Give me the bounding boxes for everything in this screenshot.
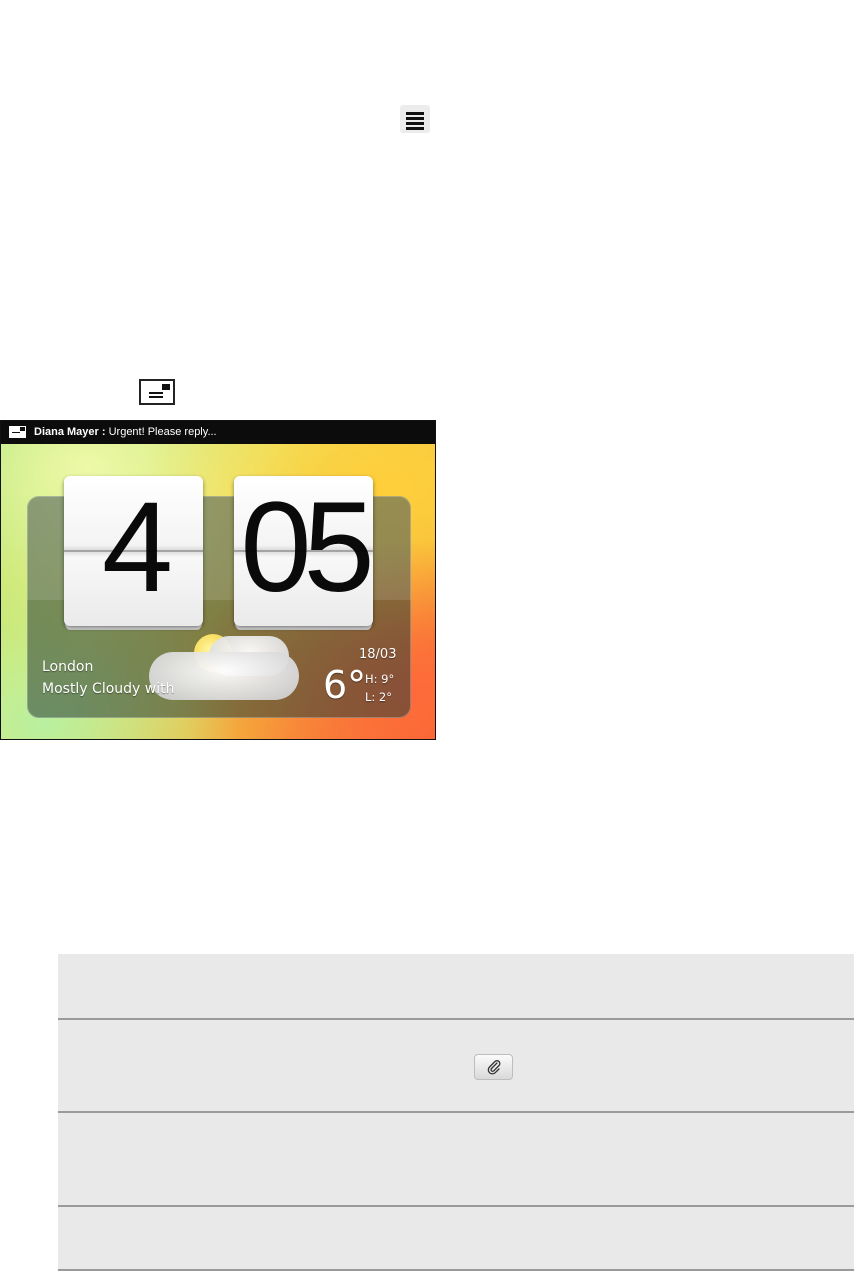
status-bar[interactable]: Diana Mayer : Urgent! Please reply... — [1, 421, 435, 444]
table-row — [58, 1113, 854, 1207]
clock-hour-card: 4 — [64, 476, 203, 626]
notification-sender: Diana Mayer : — [34, 426, 106, 438]
table-row — [58, 1020, 854, 1113]
mail-notification-icon — [9, 426, 26, 438]
notification-message: Urgent! Please reply... — [108, 426, 217, 438]
weather-date: 18/03 — [359, 647, 397, 662]
table-row — [58, 1207, 854, 1271]
weather-city: London — [42, 659, 94, 675]
attachment-button[interactable] — [474, 1054, 513, 1080]
weather-low: L: 2° — [365, 690, 393, 704]
table-row — [58, 954, 854, 1020]
clock-hour: 4 — [101, 476, 173, 619]
mail-icon — [139, 379, 175, 405]
phone-screenshot: Diana Mayer : Urgent! Please reply... 4 … — [0, 420, 436, 740]
weather-high: H: 9° — [365, 672, 395, 686]
clock-minute-card: 05 — [234, 476, 373, 626]
weather-condition: Mostly Cloudy with — [42, 681, 175, 697]
paperclip-icon — [487, 1060, 501, 1075]
notification-ticker: Diana Mayer : Urgent! Please reply... — [34, 421, 217, 444]
menu-icon — [400, 105, 430, 133]
info-table — [58, 954, 854, 1271]
clock-minute: 05 — [240, 476, 373, 619]
weather-temperature: 6° — [323, 663, 367, 707]
